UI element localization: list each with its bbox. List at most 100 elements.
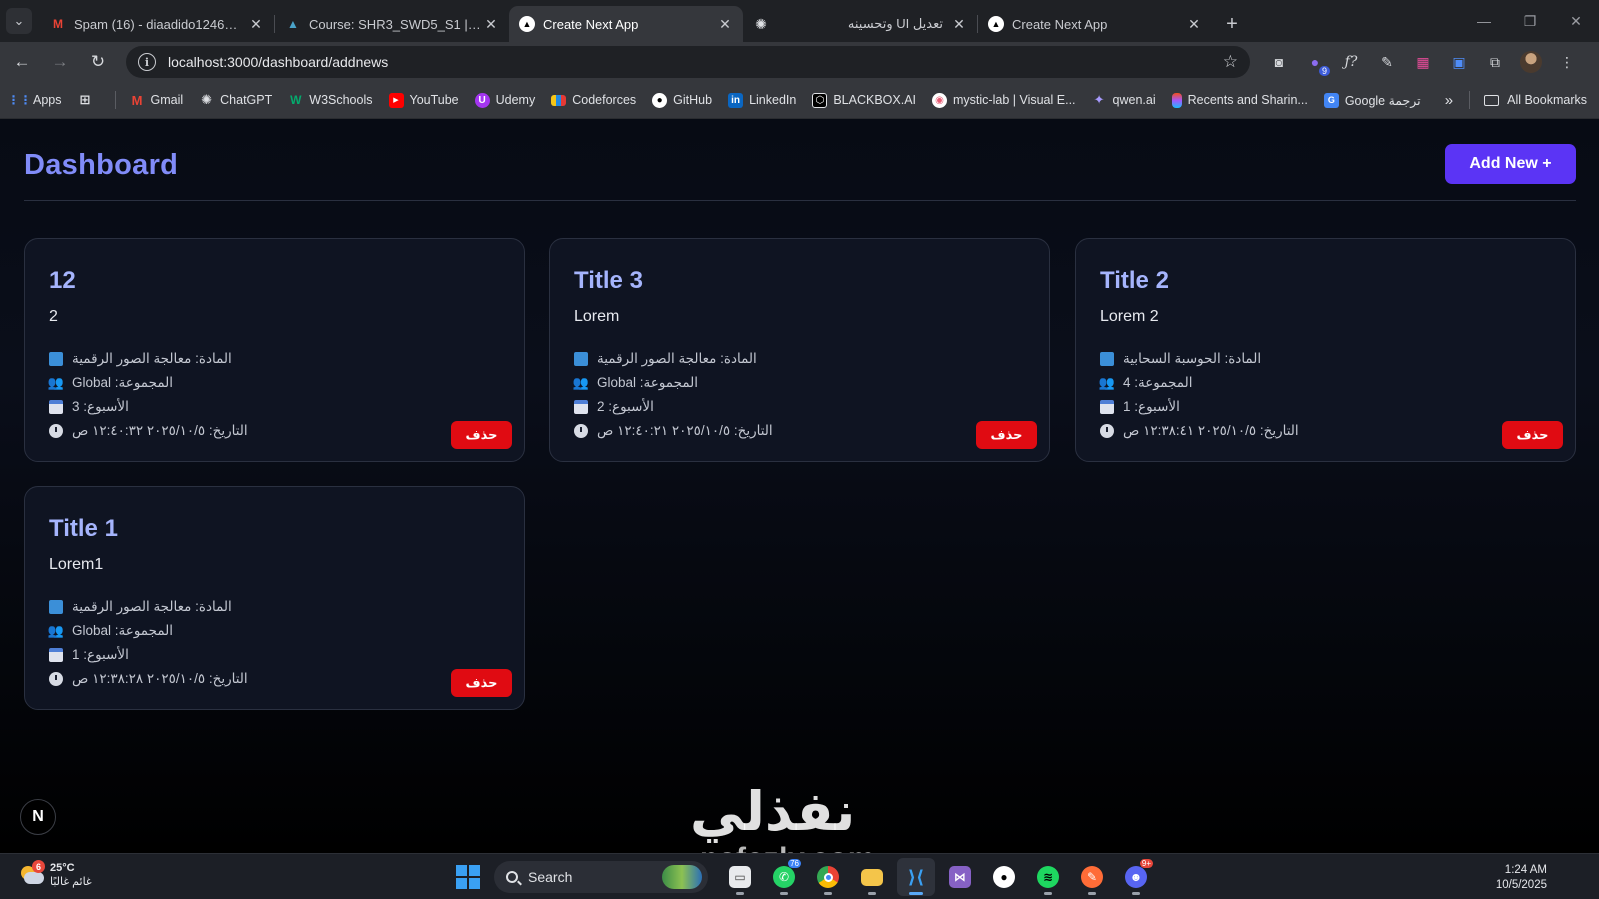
bookmark-tab-groups[interactable]: ⊞ [78, 92, 99, 108]
restore-icon[interactable]: ❐ [1507, 13, 1553, 30]
youtube-icon: ▶ [388, 92, 404, 108]
bookmark-chatgpt[interactable]: ✺ ChatGPT [199, 92, 272, 108]
chrome-icon[interactable] [809, 858, 847, 896]
tab-course[interactable]: ▲ Course: SHR3_SWD5_S1 | DEPI ✕ [275, 6, 509, 42]
card-title: 12 [49, 267, 76, 294]
site-info-icon[interactable]: i [138, 53, 156, 71]
close-window-icon[interactable]: ✕ [1553, 13, 1599, 30]
browser-menu-icon[interactable]: ⋮ [1552, 47, 1582, 77]
card-description: Lorem 2 [1100, 308, 1159, 325]
sidebar-extension-icon[interactable]: ▣ [1444, 47, 1474, 77]
card-date: التاريخ: ٢٠٢٥/١٠/٥ ١٢:٤٠:٣٢ ص [49, 419, 349, 443]
spotify-icon[interactable]: ≋ [1029, 858, 1067, 896]
date-text: التاريخ: ٢٠٢٥/١٠/٥ ١٢:٤٠:٣٢ ص [72, 423, 248, 438]
new-tab-button[interactable]: + [1218, 10, 1246, 38]
card-week: الأسبوع: 1 [49, 643, 349, 667]
bookmark-codeforces[interactable]: Codeforces [551, 93, 636, 107]
close-icon[interactable]: ✕ [248, 16, 264, 33]
book-icon [49, 352, 63, 366]
file-explorer-icon[interactable]: ▭ [721, 858, 759, 896]
delete-button[interactable]: حذف [451, 669, 512, 697]
close-icon[interactable]: ✕ [951, 16, 967, 33]
function-extension-icon[interactable]: ƒ? [1336, 47, 1366, 77]
extensions-puzzle-icon[interactable]: ⧉ [1480, 47, 1510, 77]
watermark-arabic: نفذلي [690, 780, 856, 843]
tab-chatgpt[interactable]: ✺ تعديل UI وتحسينه ✕ [743, 6, 977, 42]
book-icon [49, 600, 63, 614]
bookmarks-bar: ⋮⋮ Apps ⊞ M Gmail ✺ ChatGPT W W3Schools … [0, 82, 1599, 119]
card-subject: المادة: معالجة الصور الرقمية [49, 595, 349, 619]
bookmark-label: qwen.ai [1112, 93, 1156, 107]
delete-button[interactable]: حذف [976, 421, 1037, 449]
card-date: التاريخ: ٢٠٢٥/١٠/٥ ١٢:٣٨:٤١ ص [1100, 419, 1400, 443]
visual-studio-icon[interactable]: ⋈ [941, 858, 979, 896]
delete-button[interactable]: حذف [1502, 421, 1563, 449]
back-icon[interactable]: ← [6, 46, 38, 78]
taskbar-search[interactable]: Search [494, 861, 708, 893]
more-bookmarks-icon[interactable]: » [1445, 92, 1453, 109]
blackbox-icon: ⬡ [812, 92, 828, 108]
weather-widget[interactable]: 6 25°C غائم غالبًا [18, 860, 92, 889]
forward-icon[interactable]: → [44, 46, 76, 78]
close-icon[interactable]: ✕ [483, 16, 499, 33]
bookmark-google-translate[interactable]: G Google ترجمة [1323, 92, 1421, 108]
tab-gmail[interactable]: M Spam (16) - diaadido1246@gm ✕ [40, 6, 274, 42]
bookmark-blackbox[interactable]: ⬡ BLACKBOX.AI [812, 92, 916, 108]
postman-icon[interactable]: ✎ [1073, 858, 1111, 896]
qwen-icon: ✦ [1093, 92, 1105, 107]
tab-search-icon[interactable]: ⌄ [6, 8, 32, 34]
clock-time: 1:24 AM [1504, 864, 1547, 876]
group-icon: 👥 [1098, 375, 1116, 390]
minimize-icon[interactable]: — [1461, 13, 1507, 29]
folder-icon[interactable] [853, 858, 891, 896]
bookmark-apps[interactable]: ⋮⋮ Apps [8, 93, 62, 108]
close-icon[interactable]: ✕ [717, 16, 733, 33]
w3schools-icon: W [290, 93, 302, 107]
close-icon[interactable]: ✕ [1186, 16, 1202, 33]
all-bookmarks-button[interactable]: All Bookmarks [1484, 93, 1587, 107]
vscode-icon[interactable]: ⟩⟨ [897, 858, 935, 896]
discord-icon[interactable]: ☻ 9+ [1117, 858, 1155, 896]
eyedropper-icon[interactable]: ✎ [1372, 47, 1402, 77]
bookmark-udemy[interactable]: U Udemy [474, 92, 535, 108]
url-text[interactable]: localhost:3000/dashboard/addnews [168, 54, 1223, 70]
reload-icon[interactable]: ↻ [82, 46, 114, 78]
chatgpt-icon: ✺ [755, 15, 767, 32]
bookmark-mystic-lab[interactable]: ◉ mystic-lab | Visual E... [932, 92, 1076, 108]
bookmark-youtube[interactable]: ▶ YouTube [388, 92, 459, 108]
date-text: التاريخ: ٢٠٢٥/١٠/٥ ١٢:٣٨:٢٨ ص [72, 671, 248, 686]
tab-create-next-app-active[interactable]: ▲ Create Next App ✕ [509, 6, 743, 42]
bookmark-w3schools[interactable]: W W3Schools [288, 93, 372, 108]
bookmark-github[interactable]: ● GitHub [652, 92, 712, 108]
profile-avatar[interactable] [1516, 47, 1546, 77]
github-desktop-icon[interactable]: ● [985, 858, 1023, 896]
bookmark-figma[interactable]: Recents and Sharin... [1171, 92, 1308, 108]
book-icon [574, 352, 588, 366]
card-subject: المادة: الحوسبة السحابية [1100, 347, 1400, 371]
card-group: 👥 المجموعة: Global [48, 619, 349, 643]
extension-toolbar: ◙ ● 9 ƒ? ✎ ▦ ▣ ⧉ ⋮ [1264, 47, 1588, 77]
camera-extension-icon[interactable]: ◙ [1264, 47, 1294, 77]
bookmark-divider [114, 91, 116, 109]
group-icon: 👥 [47, 375, 65, 390]
grid-extension-icon[interactable]: ▦ [1408, 47, 1438, 77]
windows-start-icon[interactable] [456, 865, 480, 889]
whatsapp-icon[interactable]: ✆ 76 [765, 858, 803, 896]
bookmark-label: Recents and Sharin... [1187, 93, 1308, 107]
bookmark-star-icon[interactable]: ☆ [1223, 52, 1238, 72]
extension-with-badge-icon[interactable]: ● 9 [1300, 47, 1330, 77]
dashboard-page: Dashboard Add New + 12 2 المادة: معالجة … [0, 119, 1599, 853]
nextjs-dev-indicator[interactable]: N [20, 799, 56, 835]
calendar-icon [574, 400, 588, 414]
system-clock[interactable]: 1:24 AM 10/5/2025 [1496, 863, 1547, 893]
search-icon [506, 871, 518, 883]
delete-button[interactable]: حذف [451, 421, 512, 449]
bookmark-linkedin[interactable]: in LinkedIn [728, 92, 797, 108]
add-new-button[interactable]: Add New + [1445, 144, 1576, 184]
bookmark-label: LinkedIn [749, 93, 797, 107]
address-bar[interactable]: i localhost:3000/dashboard/addnews ☆ [126, 46, 1250, 78]
tab-create-next-app[interactable]: ▲ Create Next App ✕ [978, 6, 1212, 42]
bookmark-qwen[interactable]: ✦ qwen.ai [1092, 92, 1156, 108]
weather-text: 25°C غائم غالبًا [50, 861, 92, 889]
bookmark-gmail[interactable]: M Gmail [130, 93, 184, 108]
